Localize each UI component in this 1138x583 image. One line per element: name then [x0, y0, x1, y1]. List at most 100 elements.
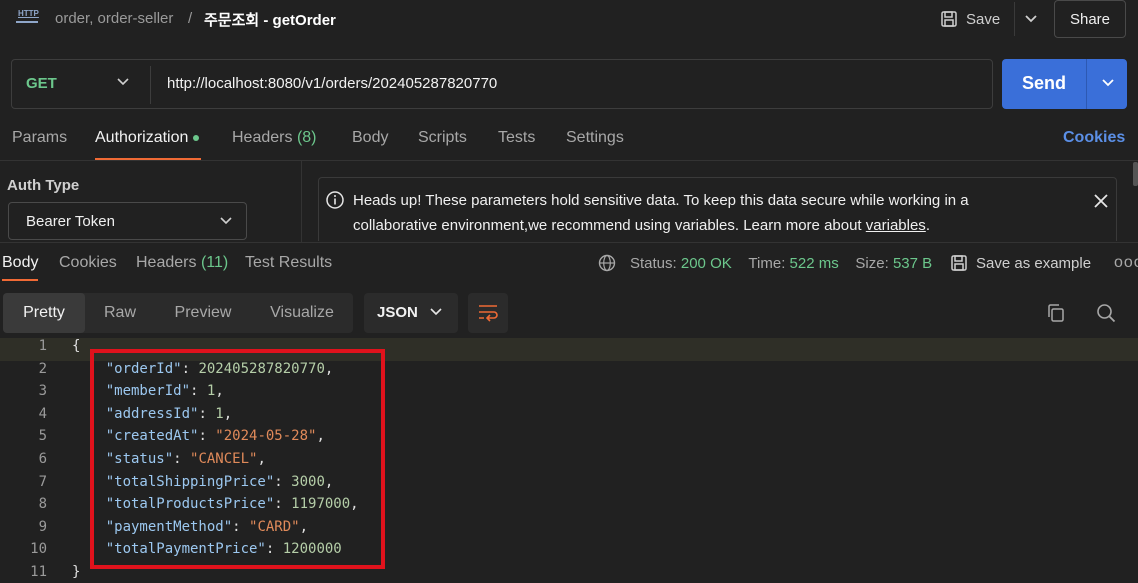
json-key: "totalProductsPrice" — [105, 496, 275, 513]
tab-tests[interactable]: Tests — [498, 129, 535, 147]
url-divider — [150, 66, 151, 104]
send-button[interactable]: Send — [1002, 59, 1127, 109]
view-preview-button[interactable]: Preview — [155, 293, 251, 333]
url-bar: GET http://localhost:8080/v1/orders/2024… — [11, 59, 993, 109]
tab-test-results[interactable]: Test Results — [245, 254, 332, 272]
response-status: Status: 200 OK Time: 522 ms Size: 537 B — [598, 254, 932, 272]
tab-params[interactable]: Params — [12, 129, 67, 147]
tab-response-cookies[interactable]: Cookies — [59, 254, 117, 272]
json-value: 1 — [215, 405, 224, 422]
tab-response-headers-count: (11) — [200, 254, 229, 271]
save-as-example-button[interactable]: Save as example — [950, 254, 1091, 272]
line-number: 1 — [38, 338, 47, 354]
json-key: "status" — [105, 451, 174, 467]
copy-icon[interactable] — [1046, 303, 1066, 323]
share-button[interactable]: Share — [1054, 0, 1126, 38]
code-line: 1{ — [0, 338, 1138, 361]
save-icon — [941, 11, 957, 27]
json-key: "addressId" — [105, 405, 199, 422]
line-number: 4 — [38, 405, 47, 422]
json-key: "memberId" — [105, 383, 191, 400]
json-key: "paymentMethod" — [105, 518, 233, 535]
close-icon[interactable] — [1093, 193, 1109, 209]
code-line: 10 "totalPaymentPrice": 1200000 — [0, 541, 1138, 564]
json-value: 1200000 — [282, 541, 342, 558]
code-line: 9 "paymentMethod": "CARD", — [0, 519, 1138, 542]
size-value[interactable]: 537 B — [893, 255, 932, 272]
code-line: 3 "memberId": 1, — [0, 383, 1138, 406]
tab-headers-count: (8) — [296, 129, 317, 146]
auth-type-label: Auth Type — [7, 177, 80, 194]
format-select[interactable]: JSON — [364, 293, 458, 333]
variables-link[interactable]: variables — [866, 217, 926, 234]
view-pretty-button[interactable]: Pretty — [3, 293, 85, 333]
code-line: 7 "totalShippingPrice": 3000, — [0, 474, 1138, 497]
tab-response-body[interactable]: Body — [2, 254, 38, 272]
code-line: 2 "orderId": 202405287820770, — [0, 361, 1138, 384]
size-label: Size: — [855, 254, 889, 272]
scrollbar[interactable] — [1133, 162, 1138, 186]
more-options-icon[interactable]: ooo — [1114, 254, 1138, 272]
json-value: "CANCEL" — [190, 451, 258, 467]
globe-icon[interactable] — [598, 254, 616, 272]
tab-scripts[interactable]: Scripts — [418, 129, 467, 147]
code-content: } — [72, 564, 81, 580]
chevron-down-icon — [1024, 15, 1037, 23]
json-key: "totalPaymentPrice" — [105, 541, 266, 558]
sensitive-data-notice: Heads up! These parameters hold sensitiv… — [318, 177, 1117, 241]
line-number: 11 — [30, 564, 47, 580]
response-body-editor[interactable]: 1{2 "orderId": 202405287820770, 3 "member… — [0, 338, 1138, 583]
status-dot-icon — [193, 134, 200, 141]
tab-body[interactable]: Body — [352, 129, 388, 147]
chevron-down-icon[interactable] — [1100, 75, 1116, 91]
time-value[interactable]: 522 ms — [790, 255, 839, 272]
auth-type-select[interactable]: Bearer Token — [8, 202, 247, 240]
tab-headers[interactable]: Headers (8) — [232, 129, 317, 147]
code-line: 5 "createdAt": "2024-05-28", — [0, 428, 1138, 451]
wrap-lines-button[interactable] — [468, 293, 508, 333]
tab-settings[interactable]: Settings — [566, 129, 624, 147]
breadcrumb-collection[interactable]: order, order-seller — [55, 10, 173, 27]
send-label: Send — [1022, 73, 1067, 93]
status-value[interactable]: 200 OK — [681, 255, 732, 272]
search-icon[interactable] — [1096, 303, 1116, 323]
code-content: "totalShippingPrice": 3000, — [105, 473, 334, 490]
save-options-button[interactable] — [1014, 2, 1046, 36]
tab-response-headers[interactable]: Headers (11) — [136, 254, 228, 272]
code-content: { — [72, 338, 81, 354]
line-number: 10 — [30, 541, 47, 558]
cookies-link[interactable]: Cookies — [1063, 129, 1125, 147]
breadcrumb-separator: / — [188, 10, 193, 27]
json-value: 202405287820770 — [198, 360, 325, 377]
line-number: 2 — [38, 360, 47, 377]
chevron-down-icon — [430, 308, 442, 316]
auth-type-value: Bearer Token — [26, 213, 115, 230]
json-value: "CARD" — [249, 518, 300, 535]
save-button[interactable]: Save — [940, 7, 1000, 31]
json-value: 3000 — [291, 473, 325, 490]
tab-authorization[interactable]: Authorization — [95, 129, 200, 147]
save-as-example-label: Save as example — [976, 254, 1092, 272]
notice-end: . — [925, 217, 930, 234]
code-content: "totalPaymentPrice": 1200000 — [105, 541, 342, 558]
code-content: "totalProductsPrice": 1197000, — [105, 496, 359, 513]
url-input[interactable]: http://localhost:8080/v1/orders/20240528… — [167, 75, 497, 92]
view-visualize-button[interactable]: Visualize — [251, 293, 353, 333]
request-title[interactable]: 주문조회 - getOrder — [204, 9, 336, 30]
view-raw-button[interactable]: Raw — [85, 293, 155, 333]
format-value: JSON — [377, 304, 418, 321]
line-number: 9 — [38, 518, 47, 535]
line-number: 3 — [38, 383, 47, 400]
notice-text: Heads up! These parameters hold sensitiv… — [353, 188, 1043, 238]
auth-type-panel: Auth Type Bearer Token — [0, 160, 302, 242]
save-label: Save — [966, 10, 1001, 28]
code-line: 4 "addressId": 1, — [0, 406, 1138, 429]
method-select[interactable]: GET — [26, 75, 57, 92]
status-label: Status: — [630, 254, 677, 272]
top-bar: HTTP order, order-seller / 주문조회 - getOrd… — [0, 0, 1138, 44]
info-icon — [326, 191, 344, 209]
divider — [0, 242, 1138, 243]
active-tab-indicator — [2, 279, 38, 281]
chevron-down-icon[interactable] — [116, 75, 130, 89]
chevron-down-icon — [220, 217, 232, 225]
